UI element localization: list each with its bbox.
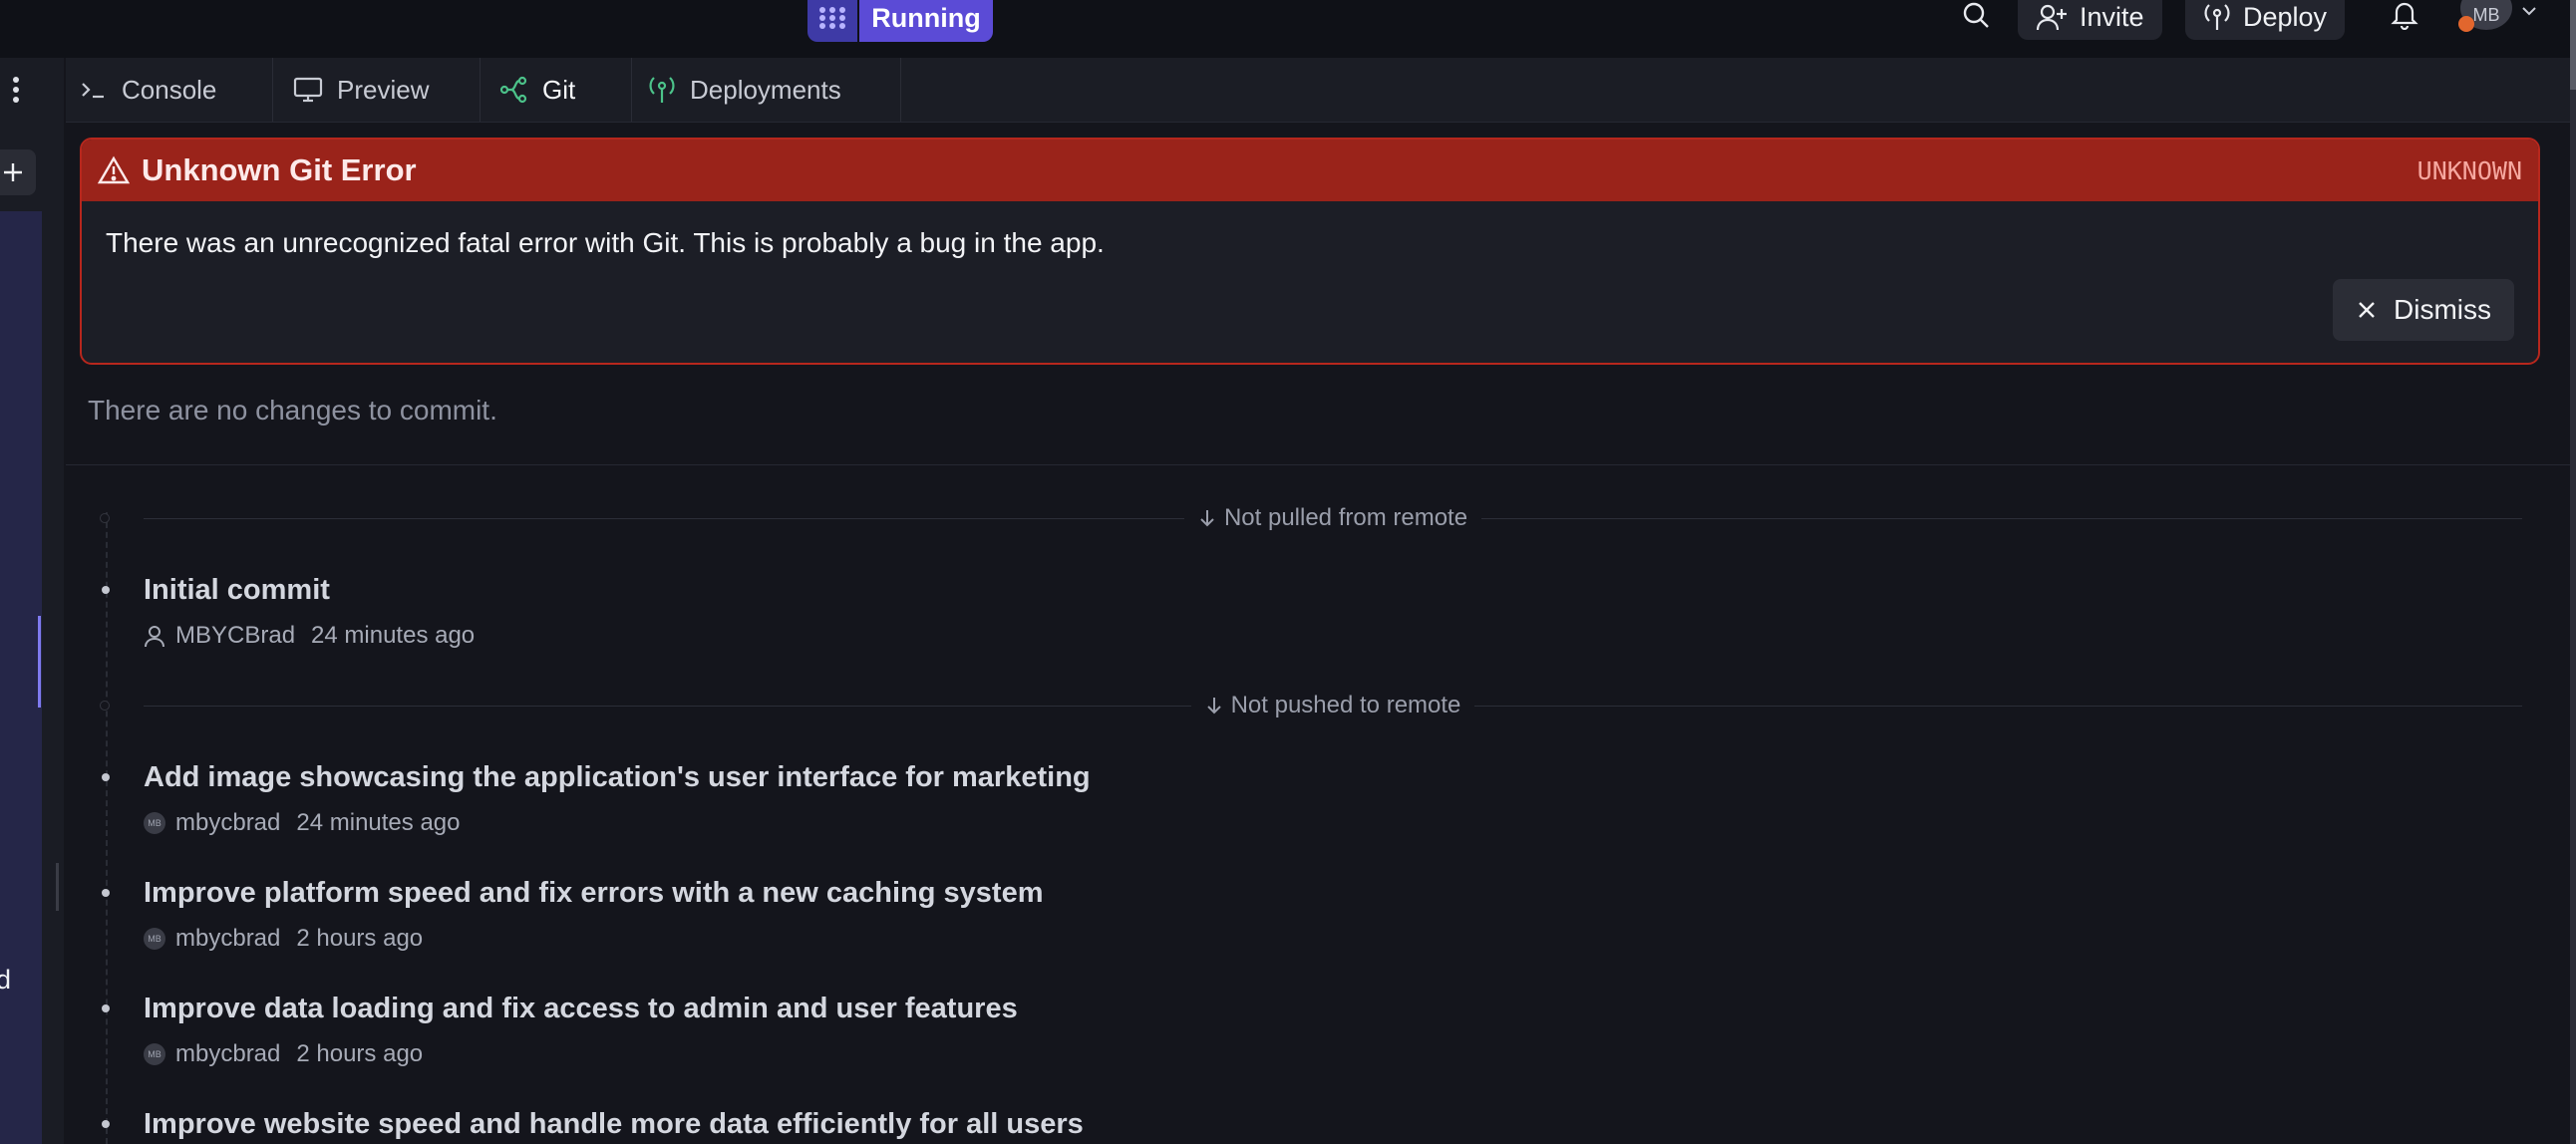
close-icon [2359,302,2375,318]
not-pushed-divider: Not pushed to remote [144,686,2522,725]
commit-title[interactable]: Improve platform speed and fix errors wi… [144,877,1043,910]
scrollbar-track[interactable] [2570,0,2576,1144]
commit-title[interactable]: Improve data loading and fix access to a… [144,993,1018,1025]
commit-dot [102,1120,110,1128]
commit-dot [102,773,110,781]
invite-button[interactable]: Invite [2018,0,2162,40]
user-icon [145,626,164,648]
chevron-down-icon [2522,7,2536,16]
commit-time: 24 minutes ago [311,622,476,649]
avatar-menu-toggle[interactable] [2520,2,2538,20]
not-pulled-label: Not pulled from remote [1223,504,1468,531]
scrollbar-thumb[interactable] [2570,0,2576,90]
not-pushed-label: Not pushed to remote [1230,692,1461,718]
deploy-button[interactable]: Deploy [2185,0,2346,40]
search-icon [1963,2,1989,28]
run-icon-button[interactable] [807,0,857,42]
commit-title[interactable]: Initial commit [144,574,330,607]
commit-time: 24 minutes ago [296,809,461,836]
commit-meta: MB mbycbrad 24 minutes ago [144,809,460,837]
tab-label: Console [122,74,217,105]
invite-label: Invite [2080,1,2144,32]
no-changes-message: There are no changes to commit. [88,395,497,426]
run-button[interactable]: Running [859,0,993,42]
monitor-icon [293,77,323,103]
deploy-label: Deploy [2243,1,2328,32]
notifications-button[interactable] [2385,0,2424,30]
commit-author: mbycbrad [175,1040,281,1067]
tab-git[interactable]: Git [481,58,632,122]
error-code: UNKNOWN [2416,155,2522,185]
selected-file-indicator [38,616,41,708]
tab-bar: Console Preview Git Deployments [66,58,2570,123]
commit-meta: MBYCBrad 24 minutes ago [144,622,475,650]
commit-title[interactable]: Improve website speed and handle more da… [144,1108,1084,1141]
plus-icon [4,163,22,181]
deploy-icon [649,77,675,103]
search-button[interactable] [1956,0,1996,30]
terminal-icon [82,83,104,99]
arrow-down-icon [1200,510,1214,527]
dismiss-button[interactable]: Dismiss [2333,279,2514,341]
user-plus-icon [2036,4,2067,31]
git-branch-icon [499,76,527,104]
avatar-initials: MB [2472,5,2500,25]
tab-label: Preview [337,74,430,105]
warning-icon [98,155,130,184]
tab-console[interactable]: Console [66,58,273,122]
replit-logo-icon [819,7,845,29]
author-avatar: MB [144,928,165,950]
commit-meta: MB mbycbrad 2 hours ago [144,925,423,953]
more-options-button[interactable] [12,76,20,104]
commit-dot [102,889,110,897]
tab-label: Git [542,74,576,105]
timeline-line [106,512,108,1144]
commit-time: 2 hours ago [296,1040,424,1067]
truncated-label: d [0,965,12,995]
tab-preview[interactable]: Preview [273,58,481,122]
dismiss-label: Dismiss [2394,294,2491,325]
error-banner-header: Unknown Git Error UNKNOWN [82,140,2538,201]
commit-title[interactable]: Add image showcasing the application's u… [144,761,1091,794]
author-avatar: MB [144,1043,165,1065]
avatar-status-badge [2458,16,2474,32]
commit-author: mbycbrad [175,809,281,836]
author-avatar: MB [144,812,165,834]
error-banner: Unknown Git Error UNKNOWN There was an u… [80,138,2540,365]
timeline-marker [100,513,110,523]
deploy-icon [2204,4,2230,30]
tab-deployments[interactable]: Deployments [632,58,901,122]
commit-dot [102,586,110,594]
file-tree-panel [0,211,42,1144]
commit-dot [102,1004,110,1012]
commit-author: MBYCBrad [175,622,296,649]
bell-icon [2391,2,2418,30]
panel-resize-handle[interactable] [56,863,59,911]
commit-time: 2 hours ago [296,925,424,952]
run-label: Running [871,2,981,33]
tab-label: Deployments [690,74,841,105]
vertical-dots-icon [13,77,19,103]
section-divider [66,464,2570,465]
not-pulled-divider: Not pulled from remote [144,498,2523,538]
commit-meta: MB mbycbrad 2 hours ago [144,1040,423,1068]
top-bar: Running Invite Deploy MB [0,0,2576,58]
timeline-marker [100,701,110,711]
add-button[interactable] [0,149,36,195]
error-message: There was an unrecognized fatal error wi… [106,227,1105,258]
error-title: Unknown Git Error [142,152,417,187]
arrow-down-icon [1206,698,1221,715]
commit-author: mbycbrad [175,925,281,952]
